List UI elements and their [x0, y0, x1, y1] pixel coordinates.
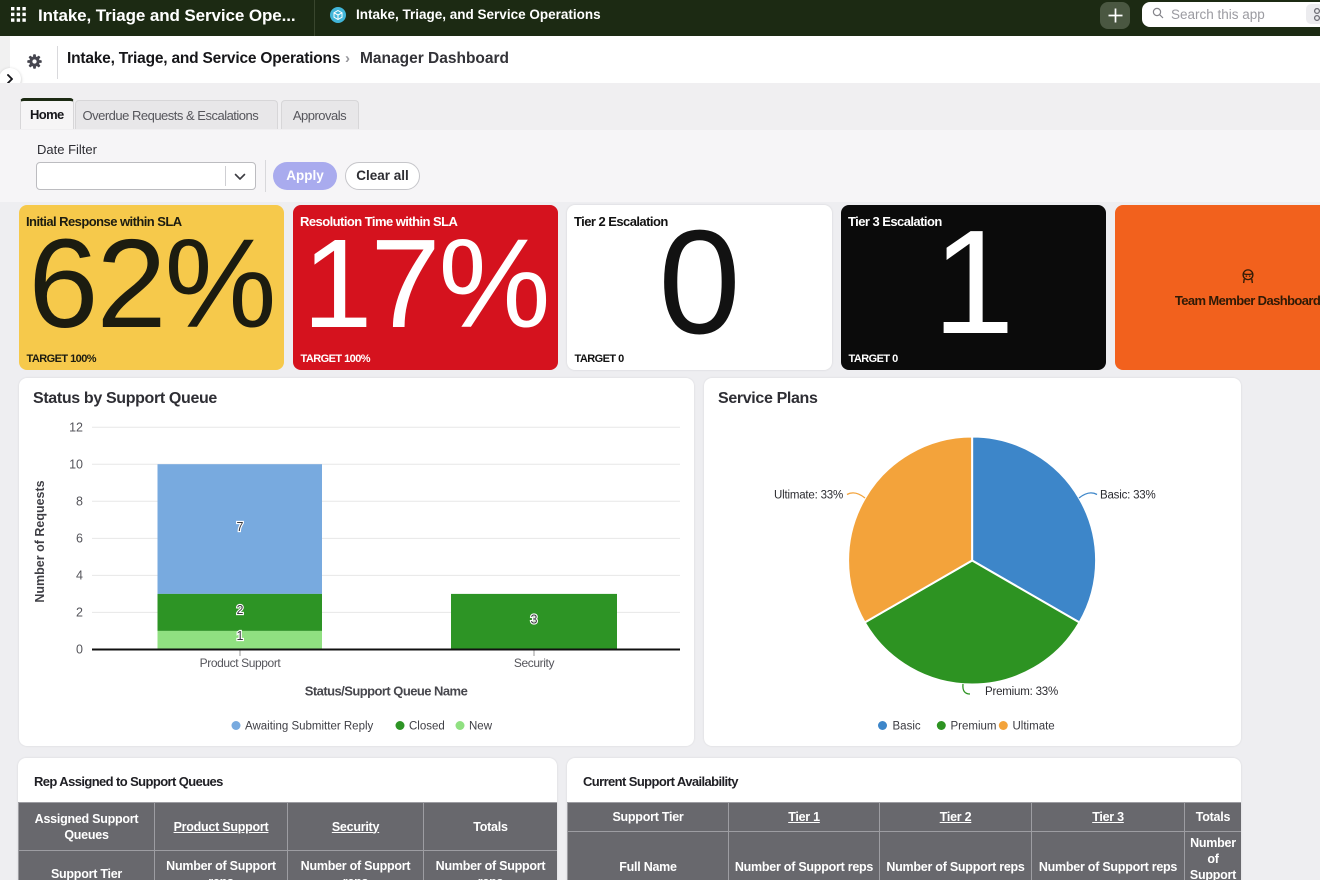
svg-text:2: 2: [237, 603, 244, 617]
svg-text:Awaiting Submitter Reply: Awaiting Submitter Reply: [245, 721, 374, 733]
svg-text:Security: Security: [514, 656, 555, 670]
svg-text:Status/Support Queue Name: Status/Support Queue Name: [305, 684, 468, 699]
svg-text:4: 4: [76, 569, 83, 583]
svg-text:Ultimate: Ultimate: [1013, 721, 1055, 733]
svg-text:Ultimate: 33%: Ultimate: 33%: [774, 490, 843, 502]
svg-text:3: 3: [531, 613, 538, 627]
svg-text:7: 7: [237, 520, 244, 534]
svg-text:2: 2: [76, 606, 83, 620]
svg-text:12: 12: [69, 420, 83, 434]
svg-text:8: 8: [76, 495, 83, 509]
svg-text:Basic: Basic: [893, 721, 921, 733]
svg-text:Premium: Premium: [951, 721, 997, 733]
svg-text:Basic: 33%: Basic: 33%: [1100, 490, 1156, 502]
svg-text:1: 1: [237, 629, 244, 643]
svg-text:New: New: [469, 721, 493, 733]
svg-text:6: 6: [76, 532, 83, 546]
svg-text:Closed: Closed: [409, 721, 445, 733]
svg-text:0: 0: [76, 643, 83, 657]
svg-text:Number of Requests: Number of Requests: [33, 480, 47, 602]
svg-text:10: 10: [69, 458, 83, 472]
svg-text:Product Support: Product Support: [200, 656, 282, 670]
svg-text:Premium: 33%: Premium: 33%: [985, 686, 1058, 698]
